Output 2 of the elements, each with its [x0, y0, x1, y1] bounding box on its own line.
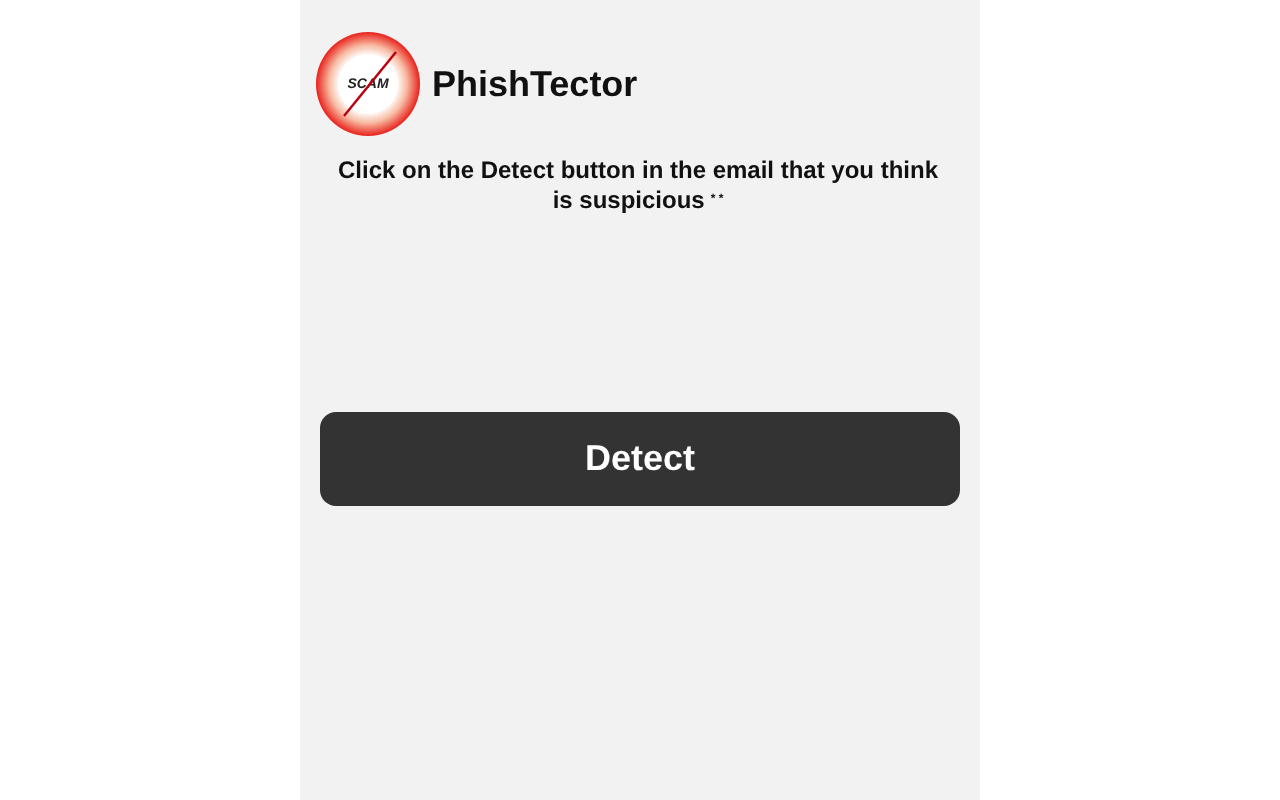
app-title: PhishTector: [432, 63, 638, 105]
detect-button[interactable]: Detect: [320, 412, 960, 507]
